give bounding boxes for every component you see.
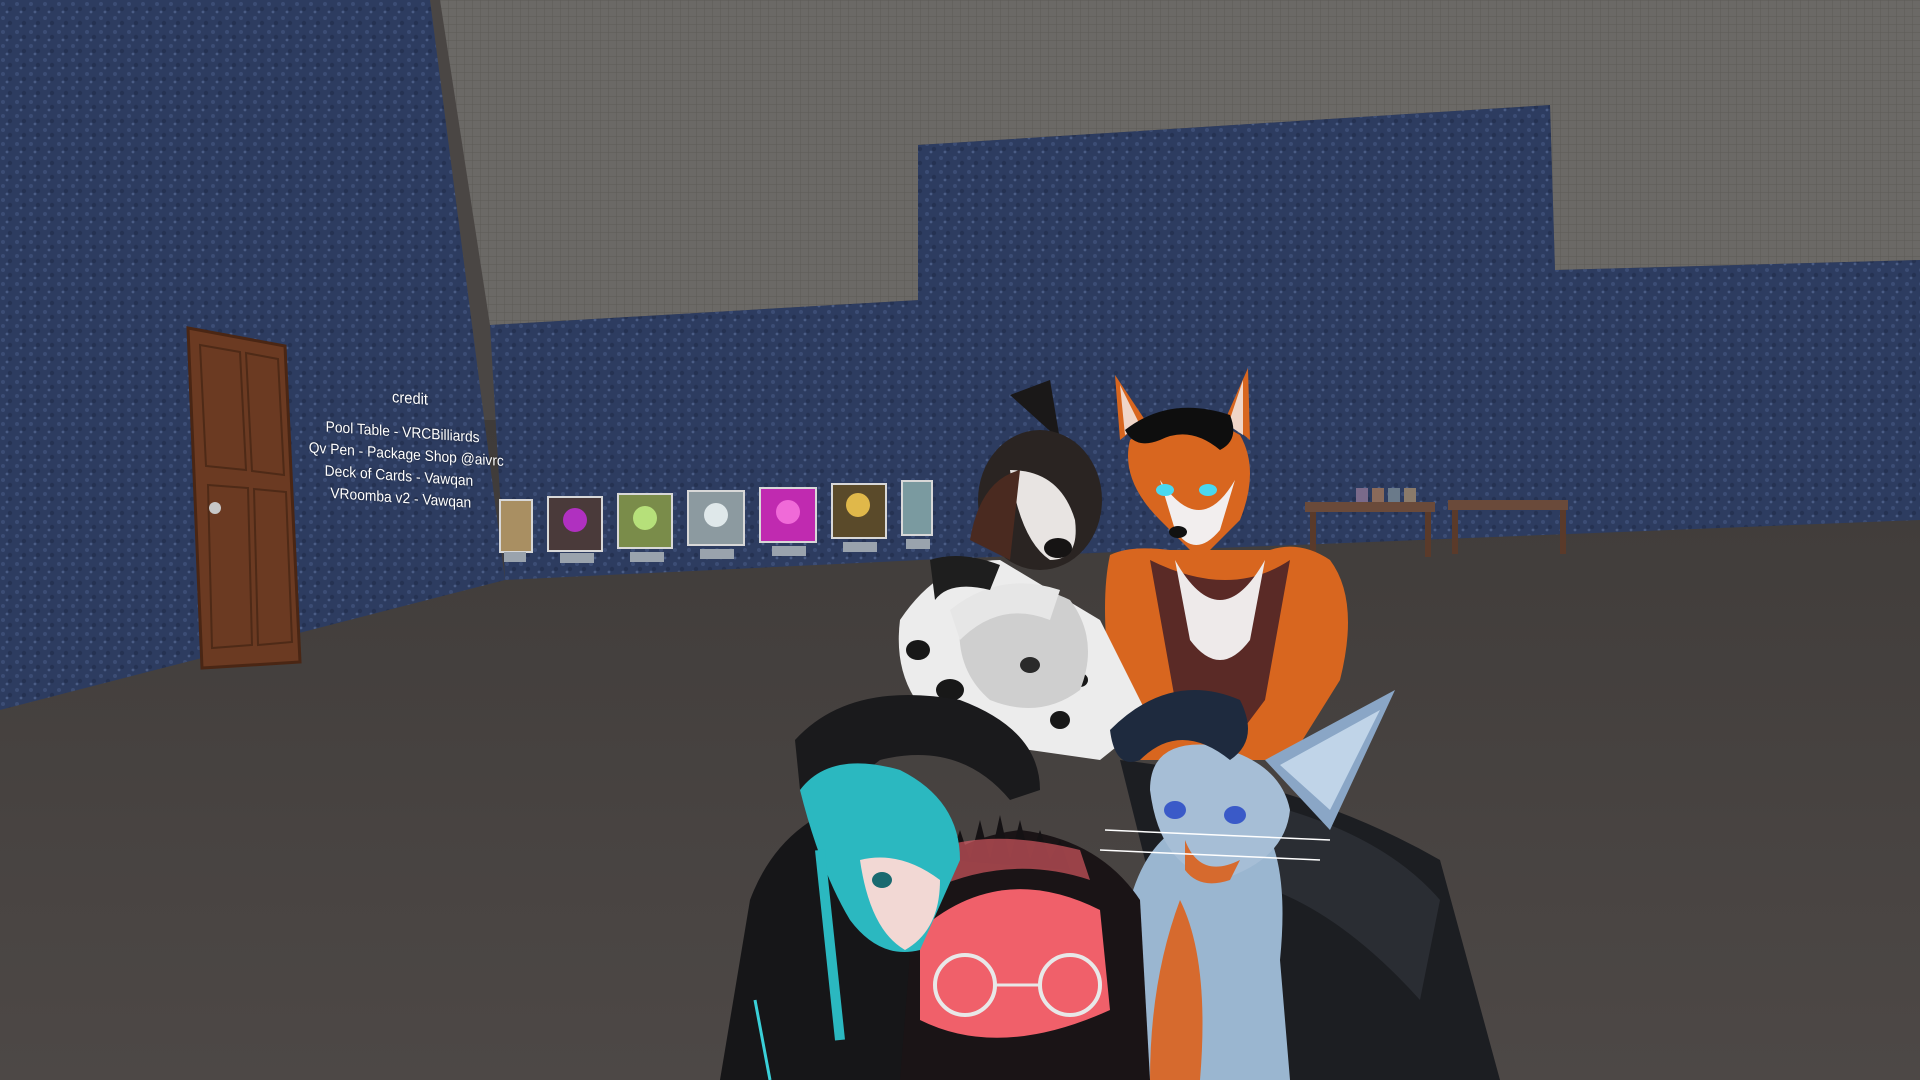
- credit-board: credit Pool Table - VRCBilliards Qv Pen …: [309, 384, 504, 516]
- door-knob-icon[interactable]: [209, 502, 221, 514]
- avatar-pedestal[interactable]: [499, 499, 533, 562]
- door[interactable]: [186, 326, 302, 670]
- room-3d-view: [0, 0, 1920, 1080]
- vr-scene: credit Pool Table - VRCBilliards Qv Pen …: [0, 0, 1920, 1080]
